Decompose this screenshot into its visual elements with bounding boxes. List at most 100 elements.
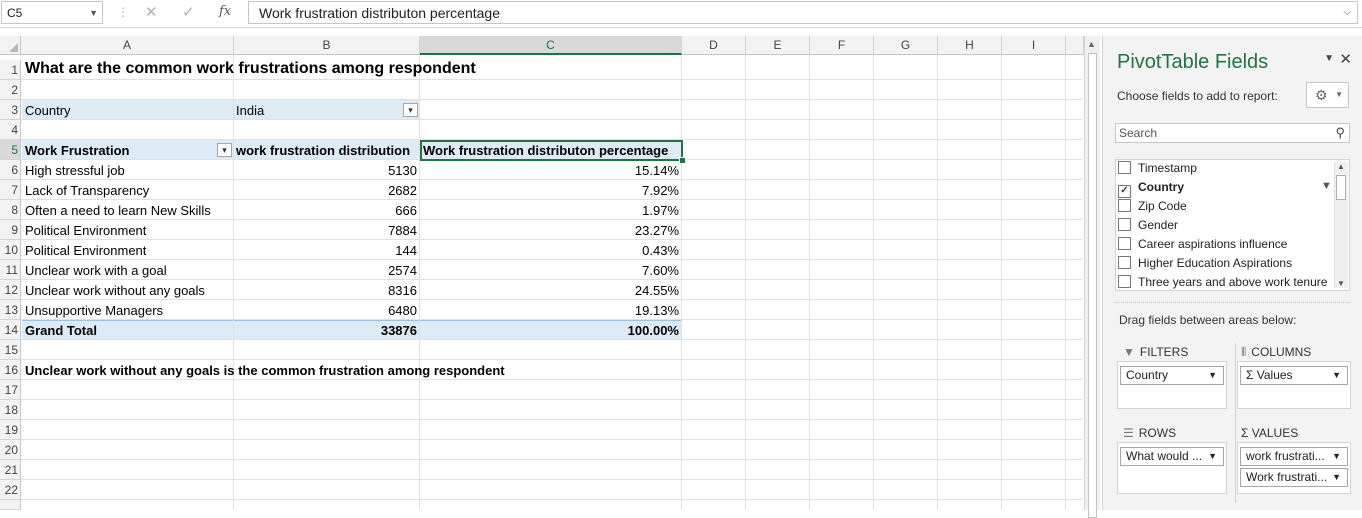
columns-chip-values[interactable]: Σ Values ▼ xyxy=(1240,366,1348,385)
frustration-count[interactable]: 5130 xyxy=(234,161,420,181)
chevron-down-icon[interactable]: ▼ xyxy=(1208,448,1217,465)
grand-total-label[interactable]: Grand Total xyxy=(22,321,100,341)
column-header-g[interactable]: G xyxy=(874,36,938,55)
frustration-count[interactable]: 2682 xyxy=(234,181,420,201)
field-item-country[interactable]: ✓ Country xyxy=(1118,178,1184,198)
row-header[interactable]: 22 xyxy=(0,480,21,500)
values-chip-distribution[interactable]: work frustrati... ▼ xyxy=(1240,447,1348,466)
row-header[interactable]: 14 xyxy=(0,320,21,340)
field-checkbox[interactable] xyxy=(1118,218,1131,231)
row-header[interactable]: 15 xyxy=(0,340,21,360)
columns-area[interactable]: Σ Values ▼ xyxy=(1237,361,1351,409)
field-item-career-aspirations[interactable]: Career aspirations influence xyxy=(1118,235,1287,254)
frustration-label[interactable]: Lack of Transparency xyxy=(22,181,152,201)
column-header-b[interactable]: B xyxy=(234,36,420,55)
filter-field-value[interactable]: India xyxy=(233,101,267,121)
chevron-down-icon[interactable]: ▼ xyxy=(1208,367,1217,384)
expand-formula-icon[interactable]: ⌵ xyxy=(1343,2,1351,24)
column-header-i[interactable]: I xyxy=(1002,36,1066,55)
values-area[interactable]: work frustrati... ▼ Work frustrati... ▼ xyxy=(1237,442,1351,494)
frustration-percentage[interactable]: 23.27% xyxy=(420,221,682,241)
row-header[interactable]: 13 xyxy=(0,300,21,320)
field-checkbox[interactable] xyxy=(1118,161,1131,174)
frustration-percentage[interactable]: 15.14% xyxy=(420,161,682,181)
column-header-c[interactable]: C xyxy=(420,36,682,55)
field-search-input[interactable]: Search ⚲ xyxy=(1115,123,1350,143)
frustration-count[interactable]: 144 xyxy=(234,241,420,261)
frustration-count[interactable]: 8316 xyxy=(234,281,420,301)
frustration-percentage[interactable]: 7.60% xyxy=(420,261,682,281)
field-item-timestamp[interactable]: Timestamp xyxy=(1118,159,1197,178)
scroll-up-icon[interactable]: ▲ xyxy=(1087,39,1096,49)
formula-input[interactable]: Work frustration distributon percentage … xyxy=(248,1,1358,24)
row-header[interactable]: 1 xyxy=(0,60,21,80)
filters-chip-country[interactable]: Country ▼ xyxy=(1120,366,1224,385)
row-header[interactable]: 6 xyxy=(0,160,21,180)
enter-icon[interactable]: ✓ xyxy=(182,3,195,21)
values-header-count[interactable]: work frustration distribution xyxy=(233,141,413,161)
row-filter-icon[interactable]: ▾ xyxy=(217,143,232,157)
close-icon[interactable]: ✕ xyxy=(1339,50,1352,68)
scrollbar-thumb[interactable] xyxy=(1336,175,1346,200)
row-header[interactable]: 18 xyxy=(0,400,21,420)
chevron-down-icon[interactable]: ▼ xyxy=(1332,448,1341,465)
insert-function-icon[interactable]: fx xyxy=(219,4,231,19)
rows-chip-frustration[interactable]: What would ... ▼ xyxy=(1120,447,1224,466)
column-header-a[interactable]: A xyxy=(21,36,234,55)
tools-button[interactable]: ⚙ ▼ xyxy=(1306,82,1349,108)
column-header-h[interactable]: H xyxy=(938,36,1002,55)
chevron-down-icon[interactable]: ▼ xyxy=(89,2,98,25)
drag-handle-icon[interactable]: ⋮ xyxy=(117,5,129,19)
row-header[interactable]: 2 xyxy=(0,80,21,100)
chevron-down-icon[interactable]: ▼ xyxy=(1332,367,1341,384)
column-header-next[interactable] xyxy=(1066,36,1084,55)
row-header[interactable]: 21 xyxy=(0,460,21,480)
frustration-percentage[interactable]: 24.55% xyxy=(420,281,682,301)
row-header[interactable]: 12 xyxy=(0,280,21,300)
field-item-gender[interactable]: Gender xyxy=(1118,216,1178,235)
row-header[interactable]: 7 xyxy=(0,180,21,200)
scroll-down-icon[interactable]: ▼ xyxy=(1337,279,1345,288)
row-header[interactable]: 20 xyxy=(0,440,21,460)
name-box[interactable]: C5 ▼ xyxy=(1,1,103,24)
frustration-label[interactable]: Political Environment xyxy=(22,221,149,241)
grand-total-percentage[interactable]: 100.00% xyxy=(420,321,682,341)
chevron-down-icon[interactable]: ▼ xyxy=(1332,469,1341,486)
frustration-percentage[interactable]: 19.13% xyxy=(420,301,682,321)
scrollbar-thumb[interactable] xyxy=(1088,53,1097,518)
frustration-percentage[interactable]: 0.43% xyxy=(420,241,682,261)
scroll-up-icon[interactable]: ▲ xyxy=(1337,162,1345,171)
row-header[interactable]: 11 xyxy=(0,260,21,280)
field-filter-icon[interactable]: ▼ xyxy=(1321,180,1332,192)
column-header-f[interactable]: F xyxy=(810,36,874,55)
row-header[interactable]: 3 xyxy=(0,100,21,120)
field-checkbox[interactable] xyxy=(1118,275,1131,288)
rows-area[interactable]: What would ... ▼ xyxy=(1117,442,1227,494)
select-all-corner[interactable] xyxy=(0,36,21,55)
conclusion-text[interactable]: Unclear work without any goals is the co… xyxy=(22,361,508,381)
filter-field-label[interactable]: Country xyxy=(22,101,74,121)
field-list-scrollbar[interactable]: ▲ ▼ xyxy=(1334,162,1348,288)
field-checkbox[interactable] xyxy=(1118,256,1131,269)
frustration-count[interactable]: 2574 xyxy=(234,261,420,281)
fill-handle[interactable] xyxy=(679,157,686,164)
field-checkbox[interactable] xyxy=(1118,199,1131,212)
row-header[interactable] xyxy=(0,500,21,510)
row-header[interactable]: 10 xyxy=(0,240,21,260)
row-header[interactable]: 4 xyxy=(0,120,21,140)
cancel-icon[interactable]: ✕ xyxy=(145,3,158,21)
sheet-title[interactable]: What are the common work frustrations am… xyxy=(22,59,479,79)
row-header[interactable]: 9 xyxy=(0,220,21,240)
grand-total-count[interactable]: 33876 xyxy=(234,321,420,341)
row-label-header[interactable]: Work Frustration xyxy=(22,141,133,161)
frustration-label[interactable]: Unsupportive Managers xyxy=(22,301,166,321)
row-header[interactable]: 17 xyxy=(0,380,21,400)
column-header-e[interactable]: E xyxy=(746,36,810,55)
row-header[interactable]: 16 xyxy=(0,360,21,380)
frustration-label[interactable]: Unclear work with a goal xyxy=(22,261,170,281)
pane-options-icon[interactable]: ▼ xyxy=(1324,53,1334,64)
frustration-percentage[interactable]: 7.92% xyxy=(420,181,682,201)
field-checkbox[interactable] xyxy=(1118,237,1131,250)
field-item-higher-education[interactable]: Higher Education Aspirations xyxy=(1118,254,1292,273)
filters-area[interactable]: Country ▼ xyxy=(1117,361,1227,409)
